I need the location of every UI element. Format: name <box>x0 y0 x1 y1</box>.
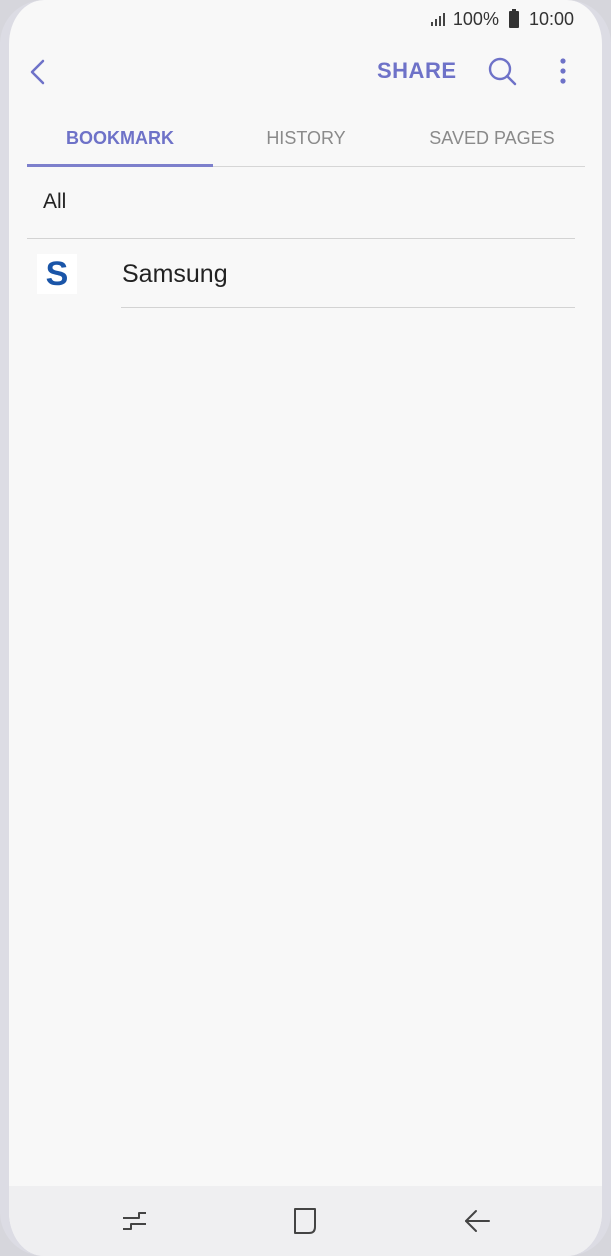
more-options-button[interactable] <box>549 54 577 90</box>
folder-all[interactable]: All <box>27 168 575 239</box>
share-button[interactable]: SHARE <box>377 58 457 84</box>
back-button[interactable] <box>21 54 57 90</box>
bookmark-item[interactable]: S Samsung <box>27 240 575 308</box>
tab-bar: BOOKMARK HISTORY SAVED PAGES <box>27 110 585 167</box>
home-icon <box>294 1208 316 1234</box>
tab-saved-pages[interactable]: SAVED PAGES <box>399 110 585 166</box>
tab-history[interactable]: HISTORY <box>213 110 399 166</box>
folder-label: All <box>43 190 67 213</box>
recent-apps-button[interactable] <box>115 1204 155 1238</box>
nav-back-button[interactable] <box>457 1204 497 1238</box>
search-icon <box>488 57 517 86</box>
phone-screen: 100% 10:00 SHARE BOOKMARK HISTORY SAVED … <box>0 0 611 1256</box>
bookmark-title: Samsung <box>122 260 228 288</box>
divider <box>121 307 575 308</box>
battery-icon <box>508 8 519 28</box>
back-arrow-icon <box>30 59 45 85</box>
home-button[interactable] <box>285 1204 325 1238</box>
more-vertical-icon <box>560 58 566 84</box>
status-bar: 100% 10:00 <box>9 0 602 38</box>
navigation-bar <box>9 1186 602 1256</box>
nav-back-icon <box>465 1210 490 1232</box>
samsung-favicon: S <box>37 254 77 294</box>
clock: 10:00 <box>528 8 574 29</box>
search-button[interactable] <box>485 54 521 90</box>
app-bar: SHARE <box>9 40 602 104</box>
signal-icon <box>430 12 445 26</box>
battery-percent: 100% <box>452 8 499 29</box>
tab-bookmark[interactable]: BOOKMARK <box>27 110 213 167</box>
recent-apps-icon <box>123 1212 146 1230</box>
